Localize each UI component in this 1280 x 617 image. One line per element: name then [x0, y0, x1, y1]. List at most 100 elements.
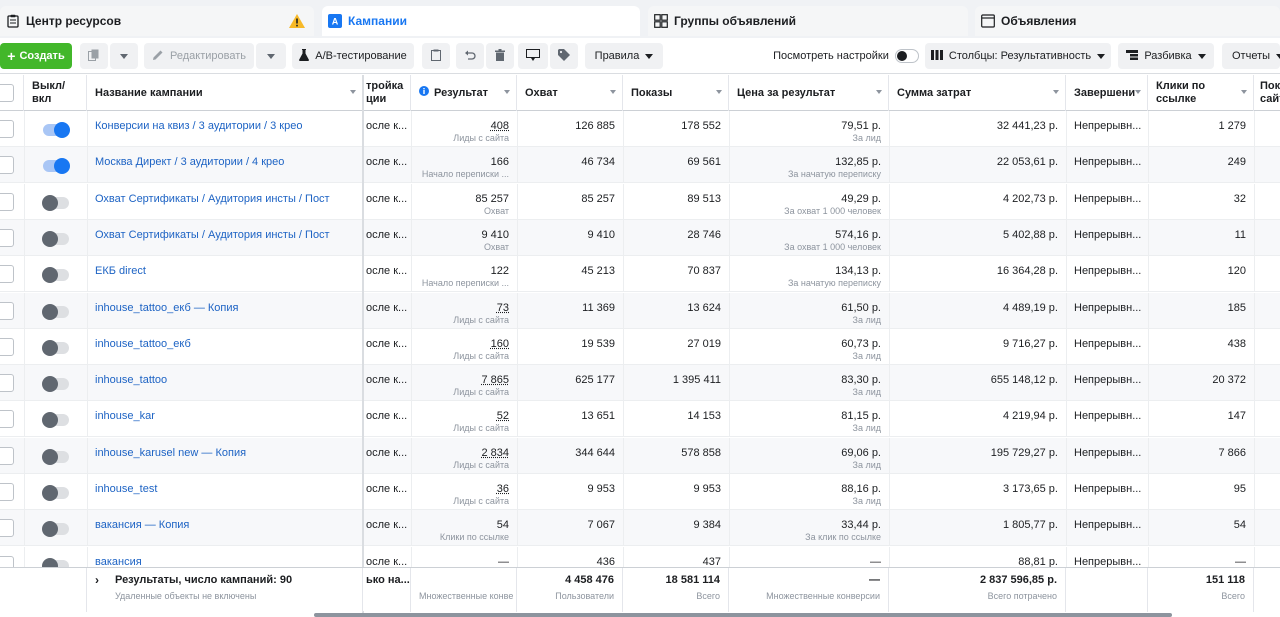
col-header-reach[interactable]: Охват [517, 75, 623, 111]
cell-reach-value: 11 369 [517, 302, 615, 314]
col-header-more[interactable]: Пок сайт [1254, 75, 1280, 111]
campaign-name-link[interactable]: Охват Сертификаты / Аудитория инсты / По… [95, 229, 330, 241]
toggle-switch[interactable] [895, 49, 919, 63]
chevron-down-icon [1097, 54, 1105, 59]
duplicate-dropdown[interactable] [110, 43, 138, 69]
tab-campaigns[interactable]: A Кампании [322, 6, 640, 36]
column-separator [24, 474, 25, 509]
campaign-name-link[interactable]: inhouse_test [95, 483, 157, 495]
campaign-toggle[interactable] [43, 378, 69, 390]
chevron-down-icon [1276, 54, 1280, 59]
create-button[interactable]: + Создать [0, 43, 72, 69]
row-checkbox[interactable] [0, 556, 14, 567]
ab-test-button[interactable]: A/B-тестирование [292, 43, 414, 69]
table-row[interactable]: inhouse_tattoo осле к... 7 865 Лиды с сайта… [0, 365, 1280, 401]
campaign-name-link[interactable]: вакансия — Копия [95, 519, 189, 531]
table-row[interactable]: inhouse_test осле к... 36 Лиды с сайта 9 953… [0, 474, 1280, 510]
select-all-checkbox[interactable] [0, 84, 14, 102]
campaign-toggle[interactable] [43, 160, 69, 172]
table-row[interactable]: Охват Сертификаты / Аудитория инсты / По… [0, 184, 1280, 220]
reports-dropdown[interactable]: Отчеты [1222, 43, 1280, 69]
campaign-name-link[interactable]: Конверсии на квиз / 3 аудитории / 3 крео [95, 120, 302, 132]
row-checkbox[interactable] [0, 410, 14, 428]
campaign-toggle[interactable] [43, 451, 69, 463]
campaign-name-link[interactable]: Охват Сертификаты / Аудитория инсты / По… [95, 193, 330, 205]
undo-button[interactable] [456, 43, 484, 69]
campaign-toggle[interactable] [43, 197, 69, 209]
campaign-toggle[interactable] [43, 306, 69, 318]
campaign-toggle[interactable] [43, 269, 69, 281]
col-header-cost-per-result[interactable]: Цена за результат [729, 75, 889, 111]
cell-cpr: 574,16 р. За охват 1 000 человек [729, 220, 889, 256]
columns-dropdown[interactable]: Столбцы: Результативность [925, 43, 1111, 69]
cell-cpr-value: 69,06 р. [729, 447, 881, 459]
campaign-name-link[interactable]: inhouse_tattoo [95, 374, 167, 386]
cell-impressions-value: 28 746 [623, 229, 721, 241]
breakdown-dropdown[interactable]: Разбивка [1118, 43, 1214, 69]
campaign-toggle[interactable] [43, 342, 69, 354]
row-checkbox[interactable] [0, 447, 14, 465]
col-header-onoff[interactable]: Выкл/ вкл [24, 75, 87, 111]
campaign-name-link[interactable]: ЕКБ direct [95, 265, 146, 277]
col-header-link-clicks[interactable]: Клики по ссылке [1148, 75, 1254, 111]
campaign-toggle[interactable] [43, 414, 69, 426]
row-checkbox[interactable] [0, 519, 14, 537]
tab-resource-center[interactable]: Центр ресурсов [0, 6, 314, 36]
cell-setting: осле к... [364, 111, 411, 147]
campaign-toggle[interactable] [43, 233, 69, 245]
table-row[interactable]: inhouse_karusel new — Копия осле к... 2 83… [0, 438, 1280, 474]
delete-button[interactable] [486, 43, 514, 69]
col-header-spend[interactable]: Сумма затрат [889, 75, 1066, 111]
campaign-toggle[interactable] [43, 560, 69, 567]
campaign-name-link[interactable]: inhouse_tattoo_екб — Копия [95, 302, 238, 314]
view-settings-toggle[interactable]: Посмотреть настройки [772, 43, 920, 69]
breakdown-label: Разбивка [1144, 50, 1191, 62]
cell-clicks-value: 32 [1148, 193, 1246, 205]
row-checkbox[interactable] [0, 193, 14, 211]
row-checkbox[interactable] [0, 302, 14, 320]
campaign-name-link[interactable]: Москва Директ / 3 аудитории / 4 крео [95, 156, 284, 168]
edit-button[interactable]: Редактировать [144, 43, 254, 69]
col-header-result[interactable]: Результат [411, 75, 517, 111]
campaign-toggle[interactable] [43, 124, 69, 136]
table-row[interactable]: Конверсии на квиз / 3 аудитории / 3 крео… [0, 111, 1280, 147]
table-row[interactable]: Охват Сертификаты / Аудитория инсты / По… [0, 220, 1280, 256]
row-checkbox[interactable] [0, 265, 14, 283]
tag-button[interactable] [550, 43, 578, 69]
campaign-name-link[interactable]: вакансия [95, 556, 142, 567]
row-checkbox[interactable] [0, 156, 14, 174]
campaign-name-link[interactable]: inhouse_kar [95, 410, 155, 422]
campaign-name-link[interactable]: inhouse_karusel new — Копия [95, 447, 246, 459]
row-checkbox[interactable] [0, 229, 14, 247]
campaign-toggle[interactable] [43, 523, 69, 535]
row-checkbox[interactable] [0, 483, 14, 501]
table-row[interactable]: inhouse_tattoo_екб осле к... 160 Лиды с сай… [0, 329, 1280, 365]
duplicate-button[interactable] [80, 43, 108, 69]
table-row[interactable]: inhouse_kar осле к... 52 Лиды с сайта 13 651… [0, 401, 1280, 437]
table-row[interactable]: вакансия — Копия осле к... 54 Клики по ссыл… [0, 510, 1280, 546]
table-row[interactable]: ЕКБ direct осле к... 122 Начало переписки .… [0, 256, 1280, 292]
expand-chevron-icon[interactable]: › [95, 573, 99, 587]
campaign-toggle[interactable] [43, 487, 69, 499]
cell-spend-value: 4 219,94 р. [889, 410, 1058, 422]
col-header-name[interactable]: Название кампании [87, 75, 363, 111]
row-checkbox[interactable] [0, 338, 14, 356]
col-header-end[interactable]: Завершени [1066, 75, 1148, 111]
col-header-impressions[interactable]: Показы [623, 75, 729, 111]
campaign-name-link[interactable]: inhouse_tattoo_екб [95, 338, 191, 350]
cell-setting: осле к... [364, 474, 411, 510]
tab-ads[interactable]: Объявления [975, 6, 1280, 36]
tab-adsets[interactable]: Группы объявлений [648, 6, 968, 36]
table-row[interactable]: вакансия осле к... — 436 437 — 88,81 р. Непреры… [0, 547, 1280, 567]
table-row[interactable]: inhouse_tattoo_екб — Копия осле к... 73 Лид… [0, 293, 1280, 329]
row-checkbox[interactable] [0, 374, 14, 392]
clipboard-button[interactable] [422, 43, 450, 69]
cell-impressions-value: 69 561 [623, 156, 721, 168]
horizontal-scrollbar[interactable] [314, 613, 1172, 617]
row-checkbox[interactable] [0, 120, 14, 138]
edit-dropdown[interactable] [256, 43, 286, 69]
table-row[interactable]: Москва Директ / 3 аудитории / 4 крео осле… [0, 147, 1280, 183]
preview-button[interactable] [518, 43, 548, 69]
rules-dropdown[interactable]: Правила [585, 43, 663, 69]
col-header-setting[interactable]: тройка ции [364, 75, 411, 111]
